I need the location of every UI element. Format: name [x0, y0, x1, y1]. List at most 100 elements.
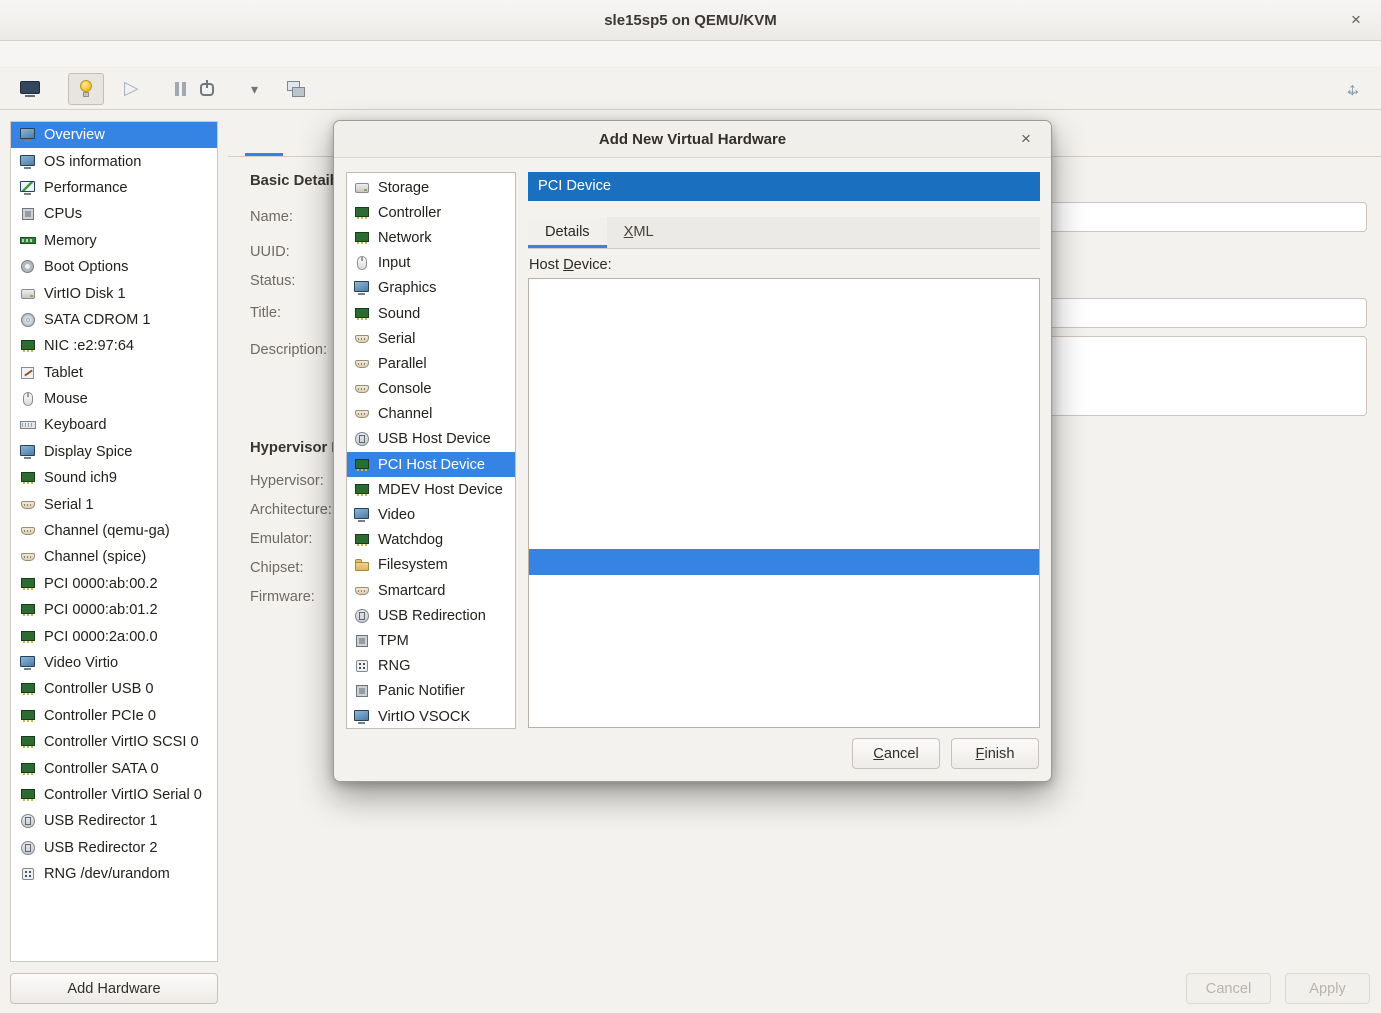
window-close-icon[interactable]: ×: [1344, 10, 1368, 30]
sidebar-item[interactable]: NIC :e2:97:64: [11, 333, 217, 359]
hardware-type-item[interactable]: Parallel: [347, 351, 515, 376]
hardware-type-item[interactable]: Controller: [347, 200, 515, 225]
sidebar-item[interactable]: Boot Options: [11, 254, 217, 280]
sidebar-item[interactable]: Controller USB 0: [11, 676, 217, 702]
hardware-type-item[interactable]: VirtIO VSOCK: [347, 704, 515, 729]
sidebar-item[interactable]: PCI 0000:ab:00.2: [11, 571, 217, 597]
caret-down-button[interactable]: [242, 73, 278, 105]
hardware-type-item[interactable]: Filesystem: [347, 553, 515, 578]
sidebar-item[interactable]: RNG /dev/urandom: [11, 861, 217, 887]
lightbulb-button[interactable]: [68, 73, 104, 105]
pci-device-row[interactable]: [529, 473, 1039, 498]
sidebar-item-label: VirtIO Disk 1: [44, 286, 126, 302]
sidebar-item[interactable]: PCI 0000:2a:00.0: [11, 623, 217, 649]
move-arrows-button[interactable]: [1333, 73, 1369, 105]
sidebar-item[interactable]: Serial 1: [11, 491, 217, 517]
pci-device-row[interactable]: [529, 321, 1039, 346]
hardware-type-item[interactable]: Graphics: [347, 276, 515, 301]
pci-device-row[interactable]: [529, 651, 1039, 676]
play-button[interactable]: [114, 73, 150, 105]
sidebar-item-label: NIC :e2:97:64: [44, 338, 134, 354]
dialog-finish-button[interactable]: Finish: [951, 738, 1039, 769]
sidebar-item[interactable]: Overview: [11, 122, 217, 148]
pci-device-row[interactable]: [529, 499, 1039, 524]
tab-xml[interactable]: XML: [607, 217, 671, 248]
pci-device-row[interactable]: [529, 372, 1039, 397]
performance-graph-icon: [20, 180, 36, 196]
sidebar-item[interactable]: CPUs: [11, 201, 217, 227]
sidebar-item[interactable]: Controller SATA 0: [11, 755, 217, 781]
power-icon: [196, 78, 218, 100]
pci-device-row[interactable]: [529, 575, 1039, 600]
cancel-button[interactable]: Cancel: [1186, 973, 1271, 1004]
hardware-type-item[interactable]: TPM: [347, 628, 515, 653]
pci-device-row[interactable]: [529, 397, 1039, 422]
sidebar-item[interactable]: Video Virtio: [11, 650, 217, 676]
sidebar-item[interactable]: USB Redirector 1: [11, 808, 217, 834]
hardware-type-item[interactable]: Video: [347, 502, 515, 527]
usb-connector-icon: [354, 608, 370, 624]
hardware-type-item[interactable]: Network: [347, 225, 515, 250]
details-tab[interactable]: [283, 110, 321, 156]
sidebar-item-label: Controller VirtIO SCSI 0: [44, 734, 199, 750]
pci-device-row[interactable]: [529, 625, 1039, 650]
snapshots-button[interactable]: [278, 73, 314, 105]
dialog-close-icon[interactable]: ×: [1015, 129, 1037, 149]
sidebar-item[interactable]: Keyboard: [11, 412, 217, 438]
sidebar-item[interactable]: Memory: [11, 228, 217, 254]
tab-details[interactable]: Details: [528, 217, 607, 248]
pci-device-row[interactable]: [529, 278, 1039, 295]
sidebar-item[interactable]: OS information: [11, 148, 217, 174]
hardware-type-item[interactable]: Smartcard: [347, 578, 515, 603]
sidebar-item[interactable]: Channel (spice): [11, 544, 217, 570]
usb-connector-icon: [354, 431, 370, 447]
pci-device-row[interactable]: [529, 524, 1039, 549]
sidebar-item[interactable]: USB Redirector 2: [11, 835, 217, 861]
sidebar-item[interactable]: Display Spice: [11, 439, 217, 465]
pci-device-row[interactable]: [529, 346, 1039, 371]
hardware-type-item[interactable]: RNG: [347, 654, 515, 679]
pci-device-row[interactable]: [529, 702, 1039, 727]
hardware-type-item[interactable]: Input: [347, 251, 515, 276]
hardware-type-item[interactable]: PCI Host Device: [347, 452, 515, 477]
sidebar-item[interactable]: Sound ich9: [11, 465, 217, 491]
hardware-type-item[interactable]: USB Redirection: [347, 603, 515, 628]
expansion-card-icon: [20, 338, 36, 354]
power-button[interactable]: [198, 73, 216, 105]
sidebar-item[interactable]: Tablet: [11, 360, 217, 386]
dialog-cancel-button[interactable]: Cancel: [852, 738, 940, 769]
hardware-type-item[interactable]: Channel: [347, 402, 515, 427]
pci-device-row[interactable]: [529, 676, 1039, 701]
sidebar-item[interactable]: PCI 0000:ab:01.2: [11, 597, 217, 623]
pci-device-row[interactable]: [529, 600, 1039, 625]
sidebar-item[interactable]: Mouse: [11, 386, 217, 412]
sidebar-item[interactable]: Performance: [11, 175, 217, 201]
hardware-type-label: Controller: [378, 205, 441, 221]
hardware-type-item[interactable]: Storage: [347, 175, 515, 200]
pause-button[interactable]: [162, 73, 198, 105]
pci-device-row[interactable]: [529, 549, 1039, 574]
sidebar-item[interactable]: SATA CDROM 1: [11, 307, 217, 333]
hardware-type-item[interactable]: Console: [347, 377, 515, 402]
sidebar-item[interactable]: Controller VirtIO SCSI 0: [11, 729, 217, 755]
sidebar-item[interactable]: VirtIO Disk 1: [11, 280, 217, 306]
add-hardware-button[interactable]: Add Hardware: [10, 973, 218, 1004]
apply-button[interactable]: Apply: [1285, 973, 1370, 1004]
hardware-type-item[interactable]: Serial: [347, 326, 515, 351]
cpu-chip-icon: [20, 206, 36, 222]
hardware-type-item[interactable]: MDEV Host Device: [347, 477, 515, 502]
sidebar-item[interactable]: Controller VirtIO Serial 0: [11, 782, 217, 808]
hardware-type-item[interactable]: USB Host Device: [347, 427, 515, 452]
console-monitor-button[interactable]: [12, 73, 48, 105]
hardware-type-label: Storage: [378, 180, 429, 196]
sidebar-item[interactable]: Controller PCIe 0: [11, 703, 217, 729]
sidebar-item[interactable]: Channel (qemu-ga): [11, 518, 217, 544]
pci-device-row[interactable]: [529, 295, 1039, 320]
hardware-type-item[interactable]: Panic Notifier: [347, 679, 515, 704]
pci-device-row[interactable]: [529, 422, 1039, 447]
hardware-type-item[interactable]: Watchdog: [347, 528, 515, 553]
console-monitor-icon: [19, 78, 41, 100]
hardware-type-item[interactable]: Sound: [347, 301, 515, 326]
pci-device-row[interactable]: [529, 448, 1039, 473]
details-tab[interactable]: [245, 110, 283, 156]
